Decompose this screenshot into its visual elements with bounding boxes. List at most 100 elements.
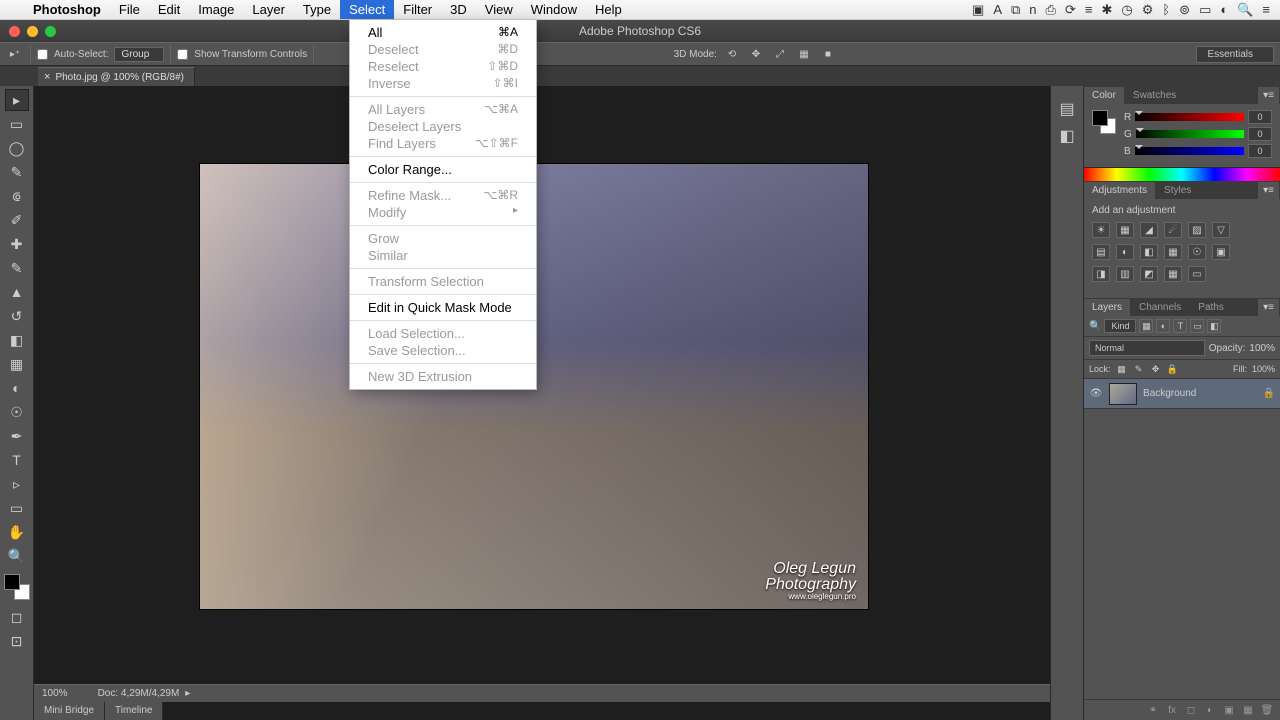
workspace-switcher[interactable]: Essentials <box>1196 46 1274 63</box>
tray-icon[interactable]: ⎙ <box>1046 2 1056 18</box>
tray-icon[interactable]: ▣ <box>972 2 984 18</box>
menu-edit[interactable]: Edit <box>149 0 189 19</box>
tray-icon[interactable]: ✱ <box>1101 2 1112 18</box>
gradient-tool[interactable]: ▦ <box>5 353 29 375</box>
wifi-icon[interactable]: ⊚ <box>1179 2 1190 18</box>
marquee-tool[interactable]: ▭ <box>5 113 29 135</box>
adjustment-icon[interactable]: ◨ <box>1092 266 1110 282</box>
fill-value[interactable]: 100% <box>1252 364 1275 374</box>
crop-tool[interactable]: ⟃ <box>5 185 29 207</box>
zoom-tool[interactable]: 🔍 <box>5 545 29 567</box>
menu-item-all[interactable]: All⌘A <box>350 24 536 41</box>
bluetooth-icon[interactable]: ᛒ <box>1162 2 1170 18</box>
adjustment-icon[interactable]: ▣ <box>1212 244 1230 260</box>
tray-icon[interactable]: A <box>993 2 1002 18</box>
b-slider[interactable] <box>1135 147 1244 155</box>
hand-tool[interactable]: ✋ <box>5 521 29 543</box>
layer-style-icon[interactable]: fx <box>1164 703 1180 717</box>
app-menu[interactable]: Photoshop <box>24 2 110 17</box>
3d-icon[interactable]: ■ <box>819 45 837 63</box>
filter-shape-icon[interactable]: ▭ <box>1190 319 1204 333</box>
layers-tab[interactable]: Layers <box>1084 299 1130 316</box>
adjustment-icon[interactable]: ▭ <box>1188 266 1206 282</box>
menu-image[interactable]: Image <box>189 0 243 19</box>
color-swatches[interactable] <box>4 574 30 600</box>
path-select-tool[interactable]: ▹ <box>5 473 29 495</box>
adjustment-icon[interactable]: ▥ <box>1116 266 1134 282</box>
tray-icon[interactable]: ⟳ <box>1065 2 1076 18</box>
doc-info[interactable]: Doc: 4,29M/4,29M <box>98 688 191 699</box>
spectrum-bar[interactable] <box>1084 167 1280 181</box>
3d-icon[interactable]: ✥ <box>747 45 765 63</box>
lock-pixels-icon[interactable]: ✎ <box>1133 363 1145 375</box>
g-slider[interactable] <box>1136 130 1244 138</box>
new-layer-icon[interactable]: ▦ <box>1240 703 1256 717</box>
adjustment-icon[interactable]: ▦ <box>1164 266 1182 282</box>
properties-panel-icon[interactable]: ◧ <box>1055 124 1079 148</box>
b-value[interactable]: 0 <box>1248 144 1272 158</box>
g-value[interactable]: 0 <box>1248 127 1272 141</box>
close-tab-icon[interactable]: × <box>44 71 50 83</box>
tray-icon[interactable]: ◷ <box>1121 2 1132 18</box>
menu-layer[interactable]: Layer <box>243 0 294 19</box>
brush-tool[interactable]: ✎ <box>5 257 29 279</box>
adjustment-icon[interactable]: ▦ <box>1164 244 1182 260</box>
filter-icon[interactable]: 🔍 <box>1089 321 1101 332</box>
layer-name[interactable]: Background <box>1143 388 1196 399</box>
lasso-tool[interactable]: ◯ <box>5 137 29 159</box>
layer-thumbnail[interactable] <box>1109 383 1137 405</box>
styles-tab[interactable]: Styles <box>1156 182 1199 199</box>
blend-mode-dropdown[interactable]: Normal <box>1089 340 1205 356</box>
mini-bridge-tab[interactable]: Mini Bridge <box>34 702 105 720</box>
filter-pixel-icon[interactable]: ▦ <box>1139 319 1153 333</box>
visibility-icon[interactable]: 👁 <box>1089 388 1103 399</box>
opacity-value[interactable]: 100% <box>1249 343 1275 354</box>
move-tool[interactable]: ▸ <box>5 89 29 111</box>
panel-menu-icon[interactable]: ▾≡ <box>1258 182 1279 199</box>
zoom-level[interactable]: 100% <box>42 688 68 699</box>
adjustment-icon[interactable]: ☉ <box>1188 244 1206 260</box>
menu-help[interactable]: Help <box>586 0 631 19</box>
close-button[interactable] <box>9 26 20 37</box>
link-layers-icon[interactable]: ⚭ <box>1145 703 1161 717</box>
minimize-button[interactable] <box>27 26 38 37</box>
filter-type-icon[interactable]: T <box>1173 319 1187 333</box>
quick-select-tool[interactable]: ✎ <box>5 161 29 183</box>
color-tab[interactable]: Color <box>1084 87 1124 104</box>
move-tool-icon[interactable]: ▸⁺ <box>6 45 24 63</box>
adjustment-icon[interactable]: ▨ <box>1188 222 1206 238</box>
panel-menu-icon[interactable]: ▾≡ <box>1258 87 1279 104</box>
adjustments-tab[interactable]: Adjustments <box>1084 182 1155 199</box>
canvas-area[interactable]: Oleg Legun Photography www.oleglegun.pro… <box>34 86 1050 720</box>
r-slider[interactable] <box>1135 113 1244 121</box>
r-value[interactable]: 0 <box>1248 110 1272 124</box>
adjustment-icon[interactable]: ◧ <box>1140 244 1158 260</box>
delete-layer-icon[interactable]: 🗑 <box>1259 703 1275 717</box>
lock-all-icon[interactable]: 🔒 <box>1167 363 1179 375</box>
type-tool[interactable]: T <box>5 449 29 471</box>
menu-3d[interactable]: 3D <box>441 0 476 19</box>
3d-icon[interactable]: ⟲ <box>723 45 741 63</box>
new-fill-icon[interactable]: ◐ <box>1202 703 1218 717</box>
flag-icon[interactable]: ▭ <box>1199 2 1211 18</box>
healing-tool[interactable]: ✚ <box>5 233 29 255</box>
blur-tool[interactable]: ◐ <box>5 377 29 399</box>
menu-filter[interactable]: Filter <box>394 0 441 19</box>
lock-position-icon[interactable]: ✥ <box>1150 363 1162 375</box>
menu-item-color-range[interactable]: Color Range... <box>350 161 536 178</box>
menu-select[interactable]: Select <box>340 0 394 19</box>
spotlight-icon[interactable]: 🔍 <box>1237 2 1253 18</box>
paths-tab[interactable]: Paths <box>1190 299 1232 316</box>
adjustment-icon[interactable]: ▦ <box>1116 222 1134 238</box>
adjustment-icon[interactable]: ▤ <box>1092 244 1110 260</box>
notifications-icon[interactable]: ≡ <box>1262 2 1270 18</box>
auto-select-checkbox[interactable] <box>37 49 48 60</box>
eraser-tool[interactable]: ◧ <box>5 329 29 351</box>
adjustment-icon[interactable]: ◩ <box>1140 266 1158 282</box>
filter-smart-icon[interactable]: ◧ <box>1207 319 1221 333</box>
menu-window[interactable]: Window <box>522 0 586 19</box>
document-tab[interactable]: × Photo.jpg @ 100% (RGB/8#) <box>38 67 195 86</box>
menu-view[interactable]: View <box>476 0 522 19</box>
channels-tab[interactable]: Channels <box>1131 299 1189 316</box>
menu-file[interactable]: File <box>110 0 149 19</box>
